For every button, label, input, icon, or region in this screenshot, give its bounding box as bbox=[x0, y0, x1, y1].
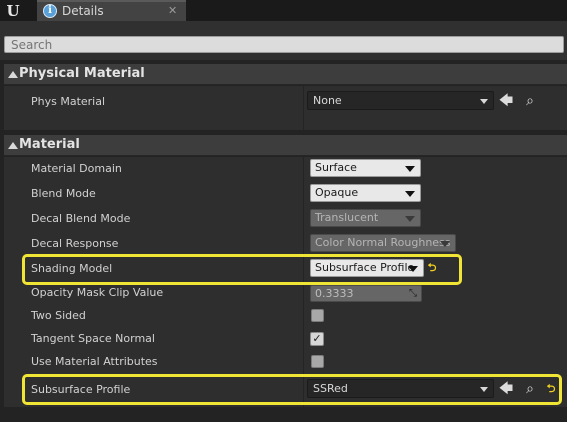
browse-search-icon[interactable]: ⌕ bbox=[522, 381, 538, 397]
shading-model-dropdown[interactable]: Subsurface Profile bbox=[310, 259, 424, 277]
two-sided-label: Two Sided bbox=[31, 309, 86, 322]
chevron-down-icon bbox=[405, 166, 415, 172]
blend-mode-dropdown[interactable]: Opaque bbox=[310, 184, 421, 202]
decal-response-label: Decal Response bbox=[31, 237, 119, 250]
reset-to-default-icon[interactable]: ⮌ bbox=[546, 383, 556, 395]
close-icon[interactable]: ✕ bbox=[168, 3, 177, 18]
blend-mode-value: Opaque bbox=[315, 186, 359, 199]
phys-material-value: None bbox=[313, 94, 342, 107]
decal-blend-mode-value: Translucent bbox=[315, 211, 379, 224]
column-divider[interactable] bbox=[303, 86, 304, 130]
drag-resize-icon: ⤡ bbox=[409, 288, 417, 299]
decal-blend-mode-dropdown: Translucent bbox=[310, 209, 421, 227]
section-title: Physical Material bbox=[19, 66, 145, 81]
subsurface-profile-label: Subsurface Profile bbox=[31, 383, 131, 396]
chevron-down-icon bbox=[480, 387, 488, 392]
opacity-mask-clip-label: Opacity Mask Clip Value bbox=[31, 286, 164, 299]
tab-details[interactable]: i Details ✕ bbox=[37, 0, 186, 21]
opacity-mask-clip-field: 0.3333 ⤡ bbox=[310, 285, 422, 302]
use-material-attributes-checkbox[interactable] bbox=[311, 355, 324, 368]
tangent-space-normal-checkbox[interactable]: ✓ bbox=[310, 332, 324, 346]
info-icon: i bbox=[43, 4, 57, 18]
shading-model-value: Subsurface Profile bbox=[315, 261, 415, 274]
phys-material-label: Phys Material bbox=[31, 95, 106, 108]
material-domain-dropdown[interactable]: Surface bbox=[310, 159, 421, 177]
two-sided-checkbox[interactable] bbox=[311, 309, 324, 322]
chevron-down-icon bbox=[480, 99, 488, 104]
subsurface-profile-value: SSRed bbox=[313, 382, 348, 395]
material-domain-label: Material Domain bbox=[31, 162, 122, 175]
chevron-down-icon bbox=[405, 216, 415, 222]
phys-material-dropdown[interactable]: None bbox=[307, 91, 494, 110]
material-header[interactable]: Material bbox=[4, 135, 567, 156]
subsurface-profile-dropdown[interactable]: SSRed bbox=[307, 379, 494, 398]
physical-material-header[interactable]: Physical Material bbox=[4, 64, 567, 85]
check-icon: ✓ bbox=[312, 332, 322, 345]
chevron-down-icon bbox=[440, 241, 450, 247]
collapse-arrow-icon[interactable] bbox=[8, 71, 18, 78]
blend-mode-label: Blend Mode bbox=[31, 187, 96, 200]
section-title: Material bbox=[19, 137, 80, 152]
search-input[interactable] bbox=[4, 36, 564, 53]
shading-model-label: Shading Model bbox=[31, 262, 113, 275]
use-selected-arrow-icon[interactable]: 🡄 bbox=[498, 381, 514, 397]
decal-response-dropdown: Color Normal Roughness bbox=[310, 234, 456, 252]
chevron-down-icon bbox=[408, 266, 418, 272]
use-selected-arrow-icon[interactable]: 🡄 bbox=[498, 93, 514, 109]
browse-search-icon[interactable]: ⌕ bbox=[522, 93, 538, 109]
material-domain-value: Surface bbox=[315, 161, 357, 174]
reset-to-default-icon[interactable]: ⮌ bbox=[427, 262, 437, 274]
opacity-mask-clip-value: 0.3333 bbox=[315, 287, 354, 300]
decal-response-value: Color Normal Roughness bbox=[315, 236, 451, 249]
tangent-space-normal-label: Tangent Space Normal bbox=[31, 332, 155, 345]
use-material-attributes-label: Use Material Attributes bbox=[31, 355, 158, 368]
chevron-down-icon bbox=[405, 191, 415, 197]
unreal-logo: U bbox=[6, 2, 20, 20]
collapse-arrow-icon[interactable] bbox=[8, 142, 18, 149]
tab-details-label: Details bbox=[62, 4, 104, 18]
decal-blend-mode-label: Decal Blend Mode bbox=[31, 212, 131, 225]
